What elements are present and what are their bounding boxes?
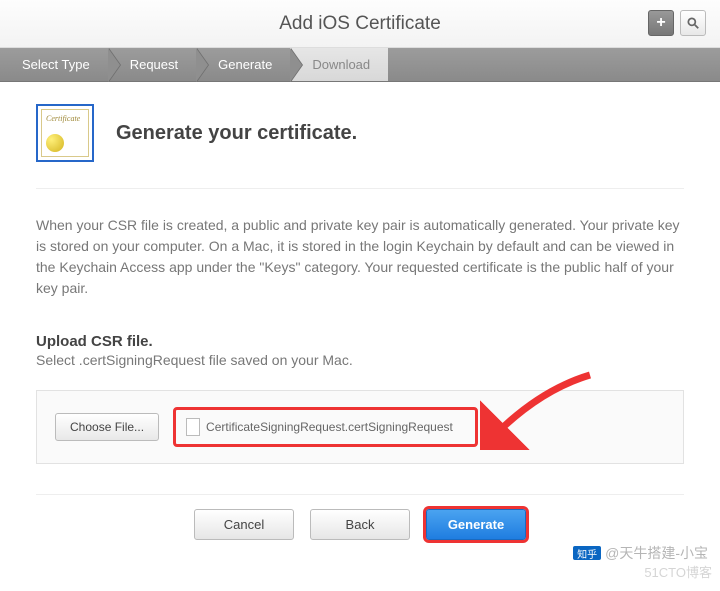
upload-box: Choose File... CertificateSigningRequest…: [36, 390, 684, 464]
generate-button[interactable]: Generate: [426, 509, 526, 540]
page-title: Add iOS Certificate: [279, 13, 441, 35]
title-bar: Add iOS Certificate +: [0, 0, 720, 48]
watermark-zhihu: 知乎 @天牛搭建-小宝: [573, 543, 708, 563]
footer-actions: Cancel Back Generate: [36, 494, 684, 540]
search-icon: [686, 16, 700, 30]
description-text: When your CSR file is created, a public …: [36, 215, 684, 299]
certificate-icon-label: Certificate: [46, 114, 80, 123]
step-download: Download: [290, 48, 388, 81]
upload-section-title: Upload CSR file.: [36, 333, 684, 350]
certificate-icon: Certificate: [36, 104, 94, 162]
step-breadcrumb: Select Type Request Generate Download: [0, 48, 720, 82]
zhihu-logo-icon: 知乎: [573, 546, 601, 560]
step-label: Select Type: [22, 57, 90, 72]
add-button[interactable]: +: [648, 10, 674, 36]
back-button[interactable]: Back: [310, 509, 410, 540]
selected-filename: CertificateSigningRequest.certSigningReq…: [206, 420, 453, 434]
step-label: Generate: [218, 57, 272, 72]
cancel-button[interactable]: Cancel: [194, 509, 294, 540]
top-icon-group: +: [648, 10, 706, 36]
step-label: Request: [130, 57, 178, 72]
heading-row: Certificate Generate your certificate.: [36, 104, 684, 189]
upload-section-subtitle: Select .certSigningRequest file saved on…: [36, 352, 684, 368]
main-heading: Generate your certificate.: [116, 122, 357, 145]
watermark-author: @天牛搭建-小宝: [605, 543, 708, 563]
seal-icon: [46, 134, 64, 152]
content-area: Certificate Generate your certificate. W…: [0, 82, 720, 540]
search-button[interactable]: [680, 10, 706, 36]
choose-file-button[interactable]: Choose File...: [55, 413, 159, 441]
step-request[interactable]: Request: [108, 48, 196, 81]
step-label: Download: [312, 57, 370, 72]
step-generate[interactable]: Generate: [196, 48, 290, 81]
step-select-type[interactable]: Select Type: [0, 48, 108, 81]
selected-file-highlight: CertificateSigningRequest.certSigningReq…: [173, 407, 478, 447]
watermark-blog: 51CTO博客: [644, 562, 712, 581]
file-icon: [186, 418, 200, 436]
